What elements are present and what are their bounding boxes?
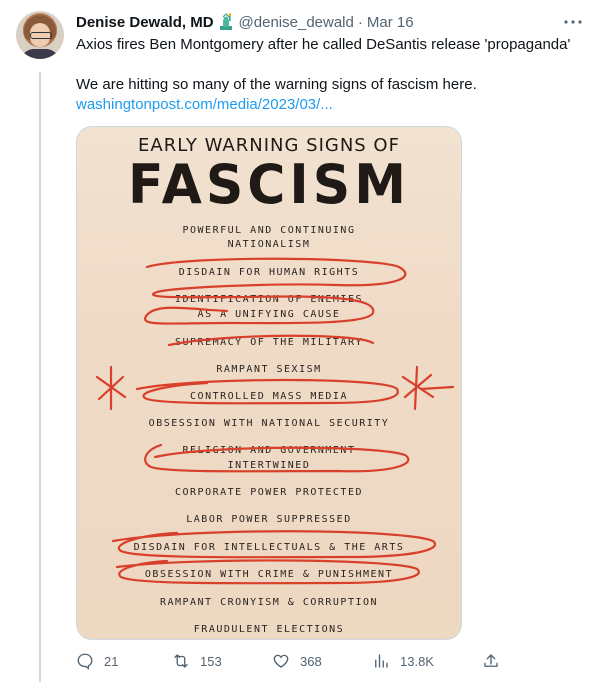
like-button[interactable]: 368 <box>272 650 322 672</box>
author-name[interactable]: Denise Dewald, MD <box>76 14 214 31</box>
tweet-text-line-2: We are hitting so many of the warning si… <box>76 76 477 93</box>
thread-line <box>39 72 41 682</box>
retweet-button[interactable]: 153 <box>172 650 222 672</box>
avatar[interactable] <box>16 11 64 59</box>
views-chart-icon <box>375 654 388 668</box>
statue-of-liberty-emoji-icon <box>217 13 235 31</box>
red-annotation-scribbles <box>95 257 455 585</box>
reply-icon <box>77 653 93 670</box>
views-button[interactable]: 13.8K <box>372 650 434 672</box>
share-button[interactable] <box>482 650 510 672</box>
tweet-image[interactable]: EARLY WARNING SIGNS OF FASCISM POWERFUL … <box>76 126 462 640</box>
heart-icon <box>273 654 289 668</box>
tweet-text-line-1: Axios fires Ben Montgomery after he call… <box>76 36 571 53</box>
retweet-icon <box>174 654 188 668</box>
tweet-actions: 21 153 368 13.8K <box>76 650 516 672</box>
author-handle[interactable]: @denise_dewald <box>239 14 354 31</box>
more-options-icon[interactable] <box>562 13 584 31</box>
tweet-header: Denise Dewald, MD @denise_dewald · Mar 1… <box>76 12 414 32</box>
separator-dot: · <box>357 13 363 31</box>
retweet-count: 153 <box>200 653 222 669</box>
view-count: 13.8K <box>400 653 434 669</box>
article-link[interactable]: washingtonpost.com/media/2023/03/... <box>76 95 333 115</box>
share-icon <box>484 654 498 667</box>
reply-button[interactable]: 21 <box>76 650 118 672</box>
reply-count: 21 <box>104 653 119 669</box>
tweet-date[interactable]: Mar 16 <box>367 14 414 31</box>
like-count: 368 <box>300 653 322 669</box>
